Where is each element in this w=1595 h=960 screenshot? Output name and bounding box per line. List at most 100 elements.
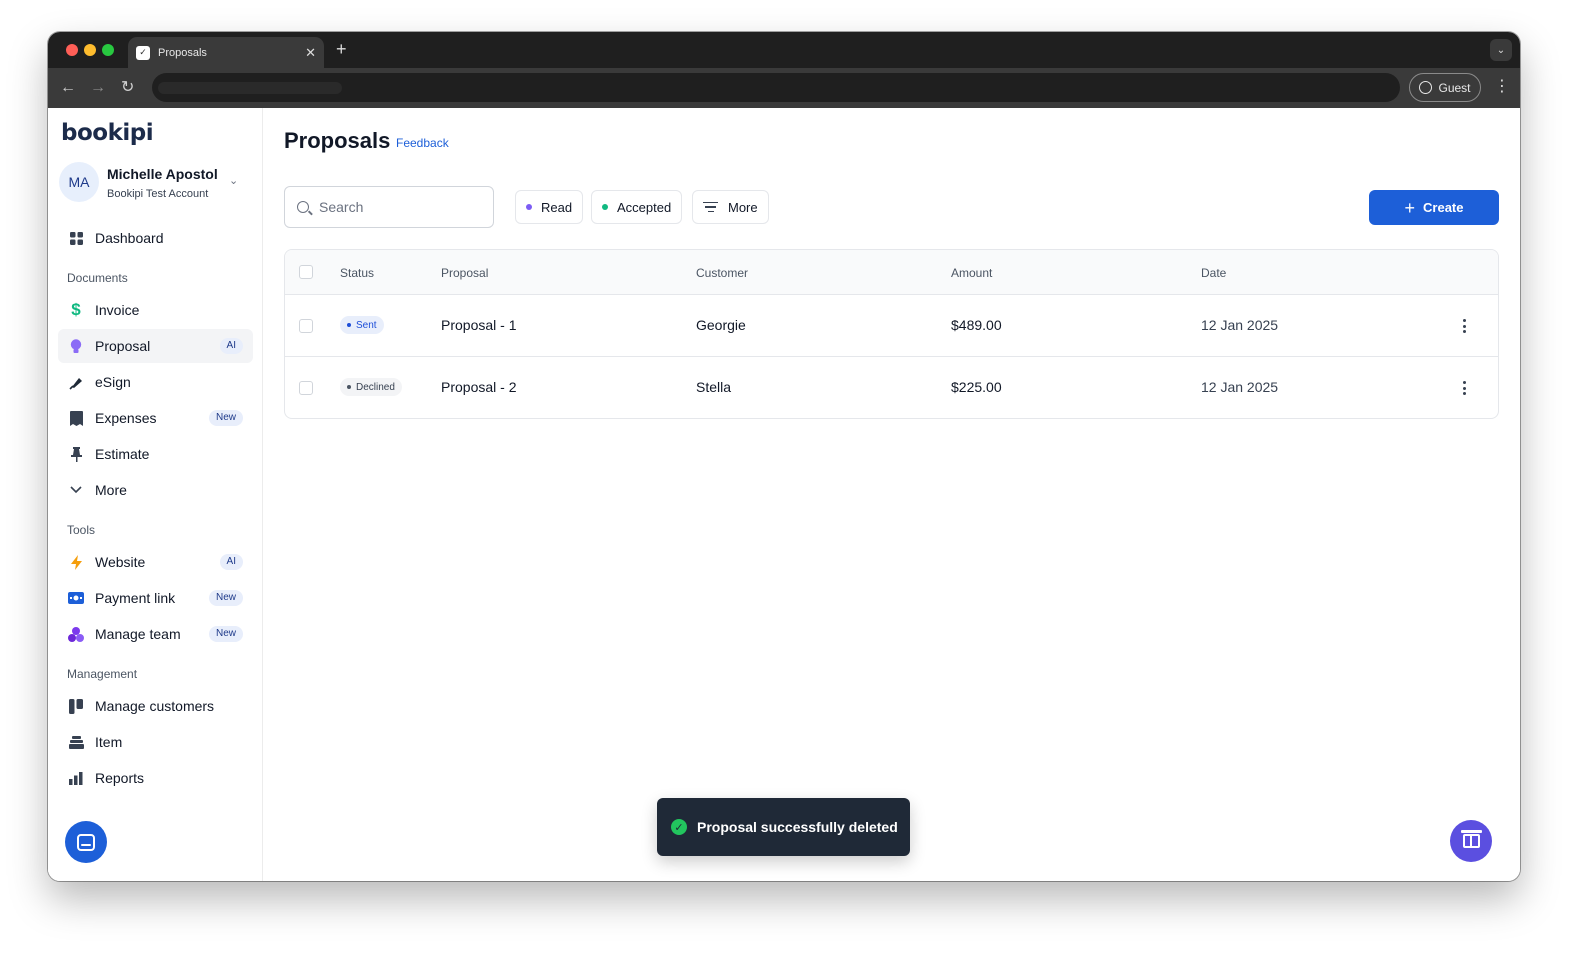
new-badge: New (208, 410, 243, 426)
customer-name: Stella (696, 379, 732, 395)
status-dot (347, 385, 351, 389)
close-tab-icon[interactable]: ✕ (305, 45, 316, 61)
sidebar-item-website[interactable]: Website AI (58, 545, 253, 579)
proposal-name: Proposal - 2 (441, 379, 517, 395)
address-bar[interactable] (152, 73, 1400, 102)
sidebar-item-payment-link[interactable]: Payment link New (58, 581, 253, 615)
account-switcher[interactable]: MA Michelle Apostol Bookipi Test Account… (59, 162, 249, 206)
accepted-status-dot (602, 204, 608, 210)
browser-tab[interactable]: ✓ Proposals ✕ (128, 37, 324, 68)
read-status-dot (526, 204, 532, 210)
status-badge: Sent (340, 316, 384, 334)
pin-icon (68, 446, 84, 462)
plus-icon: + (1404, 197, 1416, 218)
row-menu-icon[interactable] (1456, 317, 1472, 335)
toast-notification: ✓ Proposal successfully deleted (657, 798, 910, 856)
sidebar-item-label: Payment link (95, 590, 176, 606)
filter-icon (703, 201, 718, 213)
column-amount[interactable]: Amount (951, 266, 992, 280)
sidebar-item-manage-customers[interactable]: Manage customers (58, 689, 253, 723)
sidebar-item-label: Manage team (95, 626, 181, 642)
sidebar-item-proposal[interactable]: Proposal AI (58, 329, 253, 363)
filter-read[interactable]: Read (515, 190, 584, 224)
sidebar-item-label: Manage customers (95, 698, 215, 714)
favicon-icon: ✓ (136, 45, 150, 60)
back-arrow-icon[interactable]: ← (60, 78, 76, 98)
table-row[interactable]: Sent Proposal - 1 Georgie $489.00 12 Jan… (285, 295, 1498, 357)
sidebar-item-label: Proposal (95, 338, 151, 354)
tab-search-icon[interactable]: ⌄ (1490, 39, 1512, 61)
filter-more-button[interactable]: More (692, 190, 769, 224)
select-all-checkbox[interactable] (299, 265, 313, 279)
ai-badge: AI (219, 338, 243, 354)
item-icon (68, 734, 84, 750)
forward-arrow-icon[interactable]: → (90, 78, 106, 98)
sidebar-item-label: Estimate (95, 446, 150, 462)
payment-icon (68, 590, 84, 606)
create-button[interactable]: + Create (1369, 190, 1499, 225)
sidebar-item-dashboard[interactable]: Dashboard (58, 221, 253, 255)
sidebar-item-label: Expenses (95, 410, 157, 426)
sidebar-item-reports[interactable]: Reports (58, 761, 253, 795)
status-badge: Declined (340, 378, 402, 396)
row-menu-icon[interactable] (1456, 379, 1472, 397)
avatar: MA (59, 162, 99, 202)
filter-label: Read (541, 199, 573, 215)
amount: $489.00 (951, 317, 1002, 333)
sidebar-item-label: Dashboard (95, 230, 164, 246)
browser-window: ✓ Proposals ✕ + ⌄ ← → ↻ Guest ⋮ bookipi … (48, 32, 1520, 881)
team-icon (68, 626, 84, 642)
sidebar-item-expenses[interactable]: Expenses New (58, 401, 253, 435)
sidebar-item-label: More (95, 482, 127, 498)
maximize-window-button[interactable] (102, 44, 114, 56)
filter-label: More (728, 199, 758, 215)
customers-icon (68, 698, 84, 714)
gift-icon (1460, 830, 1482, 848)
status-dot (347, 323, 351, 327)
pen-icon (68, 374, 84, 390)
search-input[interactable] (319, 199, 469, 215)
sidebar-item-label: eSign (95, 374, 131, 390)
account-name: Michelle Apostol (107, 166, 218, 182)
filter-accepted[interactable]: Accepted (591, 190, 683, 224)
reload-icon[interactable]: ↻ (121, 78, 134, 98)
column-date[interactable]: Date (1201, 266, 1226, 280)
browser-menu-icon[interactable]: ⋮ (1494, 78, 1510, 96)
sidebar-item-esign[interactable]: eSign (58, 365, 253, 399)
sidebar-item-invoice[interactable]: $ Invoice (58, 293, 253, 327)
check-circle-icon: ✓ (671, 819, 687, 835)
app-content: bookipi MA Michelle Apostol Bookipi Test… (48, 108, 1520, 881)
section-tools: Tools (67, 523, 96, 537)
search-box[interactable] (284, 186, 494, 228)
sidebar-item-label: Website (95, 554, 146, 570)
main-panel: Proposals Feedback Read Accepted More (264, 108, 1520, 881)
row-checkbox[interactable] (299, 381, 313, 395)
chat-support-button[interactable] (65, 821, 107, 863)
sidebar-item-label: Item (95, 734, 123, 750)
minimize-window-button[interactable] (84, 44, 96, 56)
sidebar-item-manage-team[interactable]: Manage team New (58, 617, 253, 651)
sidebar-item-more[interactable]: More (58, 473, 253, 507)
search-icon (297, 201, 309, 213)
proposal-name: Proposal - 1 (441, 317, 517, 333)
new-tab-icon[interactable]: + (336, 40, 347, 58)
column-customer[interactable]: Customer (696, 266, 748, 280)
column-proposal[interactable]: Proposal (441, 266, 488, 280)
guest-profile-button[interactable]: Guest (1409, 73, 1481, 102)
feedback-link[interactable]: Feedback (396, 136, 449, 150)
table-row[interactable]: Declined Proposal - 2 Stella $225.00 12 … (285, 357, 1498, 418)
close-window-button[interactable] (66, 44, 78, 56)
sidebar-item-estimate[interactable]: Estimate (58, 437, 253, 471)
sidebar: bookipi MA Michelle Apostol Bookipi Test… (48, 108, 263, 881)
address-bar-redacted (158, 82, 342, 94)
gift-button[interactable] (1450, 820, 1492, 862)
sidebar-item-item[interactable]: Item (58, 725, 253, 759)
bookipi-logo[interactable]: bookipi (61, 120, 154, 146)
new-badge: New (208, 626, 243, 642)
status-label: Sent (356, 319, 377, 331)
column-status[interactable]: Status (340, 266, 374, 280)
page-title: Proposals (284, 128, 391, 153)
row-checkbox[interactable] (299, 319, 313, 333)
chevron-down-icon: ⌄ (229, 175, 239, 187)
chevron-down-icon (68, 482, 84, 498)
